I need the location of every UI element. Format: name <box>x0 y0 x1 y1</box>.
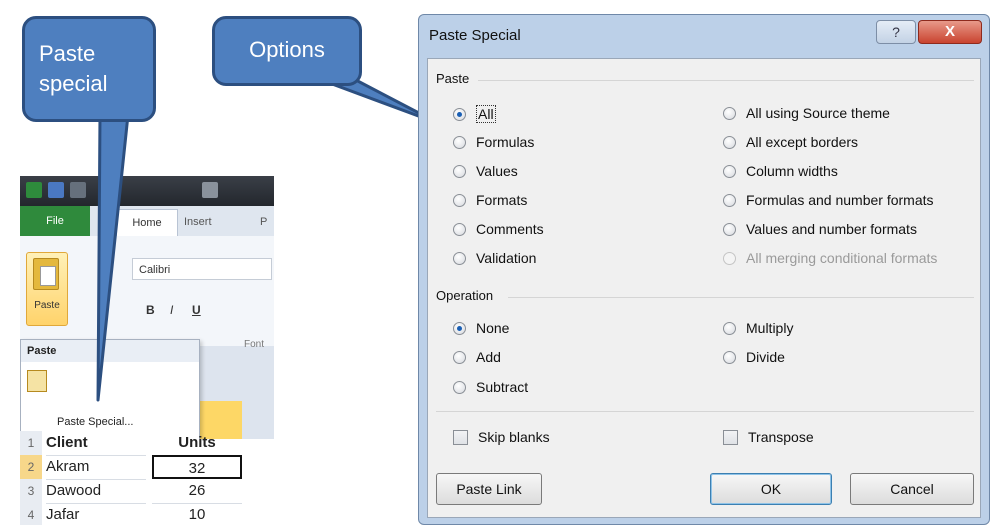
radio-label: All <box>476 105 496 123</box>
radio-all-except-borders[interactable]: All except borders <box>723 134 858 150</box>
radio-button[interactable] <box>453 350 466 364</box>
radio-label: Multiply <box>746 320 794 336</box>
radio-all-using-source-theme[interactable]: All using Source theme <box>723 105 890 121</box>
checkbox-label: Skip blanks <box>478 429 550 445</box>
skip-blanks-checkbox[interactable]: Skip blanks <box>453 429 550 445</box>
radio-label: Divide <box>746 349 785 365</box>
paste-link-button[interactable]: Paste Link <box>436 473 542 505</box>
radio-button[interactable] <box>723 106 736 120</box>
radio-label: Add <box>476 349 501 365</box>
radio-label: Formats <box>476 192 528 208</box>
radio-label: Formulas <box>476 134 535 150</box>
help-button[interactable]: ? <box>876 20 916 44</box>
radio-button[interactable] <box>723 350 736 364</box>
radio-divide[interactable]: Divide <box>723 349 785 365</box>
paste-special-dialog: Paste Special ? X Paste All Formulas Val… <box>418 14 990 525</box>
radio-button[interactable] <box>453 251 466 265</box>
radio-all-merging-conditional-formats: All merging conditional formats <box>723 250 937 266</box>
radio-button[interactable] <box>723 135 736 149</box>
radio-add[interactable]: Add <box>453 349 501 365</box>
radio-button[interactable] <box>723 222 736 236</box>
radio-button[interactable] <box>453 222 466 236</box>
radio-label: None <box>476 320 510 336</box>
radio-button[interactable] <box>453 107 466 121</box>
radio-button[interactable] <box>453 321 466 335</box>
radio-label: Formulas and number formats <box>746 192 934 208</box>
paste-special-callout-text: Paste special <box>39 41 108 96</box>
transpose-checkbox[interactable]: Transpose <box>723 429 814 445</box>
radio-button[interactable] <box>723 164 736 178</box>
radio-subtract[interactable]: Subtract <box>453 379 528 395</box>
cancel-button[interactable]: Cancel <box>850 473 974 505</box>
paste-group-divider <box>478 80 974 81</box>
paste-special-callout-pointer <box>96 113 130 402</box>
radio-button[interactable] <box>453 193 466 207</box>
radio-all[interactable]: All <box>453 105 496 123</box>
dialog-title: Paste Special <box>429 27 521 44</box>
radio-label: All except borders <box>746 134 859 150</box>
radio-formulas-and-number-formats[interactable]: Formulas and number formats <box>723 192 934 208</box>
radio-values[interactable]: Values <box>453 163 518 179</box>
radio-label: All using Source theme <box>746 105 890 121</box>
checkbox-box[interactable] <box>453 429 468 445</box>
radio-values-and-number-formats[interactable]: Values and number formats <box>723 221 917 237</box>
options-callout-text: Options <box>249 37 325 62</box>
radio-label: Values and number formats <box>746 221 917 237</box>
radio-label: All merging conditional formats <box>746 250 938 266</box>
radio-formats[interactable]: Formats <box>453 192 527 208</box>
radio-none[interactable]: None <box>453 320 509 336</box>
help-icon: ? <box>892 24 900 40</box>
radio-button[interactable] <box>723 321 736 335</box>
dialog-body: Paste All Formulas Values Formats Commen… <box>427 58 981 518</box>
radio-label: Comments <box>476 221 544 237</box>
paste-group-title: Paste <box>436 71 470 86</box>
radio-label: Values <box>476 163 518 179</box>
radio-button[interactable] <box>453 380 466 394</box>
checkbox-label: Transpose <box>748 429 814 445</box>
paste-special-callout: Paste special <box>22 16 156 122</box>
radio-validation[interactable]: Validation <box>453 250 536 266</box>
radio-label: Validation <box>476 250 537 266</box>
radio-multiply[interactable]: Multiply <box>723 320 793 336</box>
checkbox-box[interactable] <box>723 429 738 445</box>
operation-group-title: Operation <box>436 288 494 303</box>
radio-button <box>723 251 736 265</box>
radio-formulas[interactable]: Formulas <box>453 134 534 150</box>
checkbox-divider <box>436 411 974 412</box>
radio-button[interactable] <box>453 135 466 149</box>
ok-button[interactable]: OK <box>710 473 832 505</box>
radio-comments[interactable]: Comments <box>453 221 544 237</box>
options-callout: Options <box>212 16 362 86</box>
radio-column-widths[interactable]: Column widths <box>723 163 838 179</box>
radio-label: Subtract <box>476 379 529 395</box>
radio-label: Column widths <box>746 163 838 179</box>
close-button[interactable]: X <box>918 20 982 44</box>
radio-button[interactable] <box>723 193 736 207</box>
close-icon: X <box>944 23 955 40</box>
operation-group-divider <box>508 297 974 298</box>
radio-button[interactable] <box>453 164 466 178</box>
